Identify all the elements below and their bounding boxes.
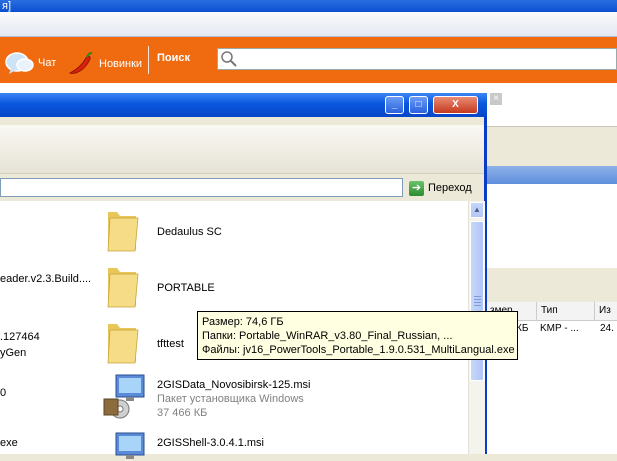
chili-pepper-icon: [68, 52, 93, 74]
go-button[interactable]: ➔ Переход: [409, 179, 472, 197]
chat-icon: [5, 52, 34, 74]
background-window-titlebar: я]: [0, 0, 617, 12]
explorer-window: _ □ X ➔ Переход eader.v2.3.Build.... .12…: [0, 93, 487, 459]
site-nav-bar: Чат Новинки Поиск: [0, 37, 617, 83]
site-search-input[interactable]: [217, 48, 617, 70]
background-panel: [484, 126, 617, 167]
arrow-right-icon: ➔: [409, 180, 424, 196]
address-input[interactable]: [0, 178, 403, 197]
scroll-up-icon[interactable]: ▲: [470, 202, 484, 218]
search-icon: [221, 51, 237, 67]
go-label: Переход: [428, 182, 472, 194]
folder-name: PORTABLE: [157, 282, 215, 294]
file-name: .127464: [0, 331, 40, 343]
new-label: Новинки: [99, 58, 143, 70]
background-window-title: я]: [2, 0, 12, 12]
background-panel-header: [484, 166, 617, 184]
file-name: 2GISShell-3.0.4.1.msi: [157, 437, 264, 449]
cell-date: 24.: [600, 323, 614, 334]
folder-info-tooltip: Размер: 74,6 ГБ Папки: Portable_WinRAR_v…: [197, 311, 518, 360]
explorer-toolbar: [0, 125, 484, 174]
chat-label: Чат: [38, 57, 57, 69]
tooltip-files: Файлы: jv16_PowerTools_Portable_1.9.0.53…: [202, 344, 515, 356]
folder-name: tfttest: [157, 338, 184, 350]
column-header-date[interactable]: Из: [594, 302, 611, 320]
file-name: eader.v2.3.Build....: [0, 273, 92, 285]
tooltip-folders: Папки: Portable_WinRAR_v3.80_Final_Russi…: [202, 330, 453, 342]
folder-name: Dedaulus SC: [157, 226, 222, 238]
close-button[interactable]: X: [433, 96, 478, 114]
file-name: exe: [0, 437, 18, 449]
cell-type: KMP - ...: [540, 323, 579, 334]
file-name: 0: [0, 387, 7, 399]
chat-link[interactable]: Чат: [5, 51, 56, 75]
minimize-button[interactable]: _: [385, 96, 404, 114]
address-bar: ➔ Переход: [0, 175, 484, 199]
explorer-titlebar[interactable]: _ □ X: [0, 93, 487, 117]
file-type: Пакет установщика Windows: [157, 393, 304, 405]
maximize-button[interactable]: □: [409, 96, 428, 114]
folder-icon: [107, 324, 139, 364]
background-grid-toolbar: [484, 268, 617, 302]
close-icon: X: [452, 99, 459, 110]
installer-package-icon: [115, 432, 145, 459]
tooltip-size: Размер: 74,6 ГБ: [202, 316, 284, 328]
background-toolbar: [0, 12, 617, 37]
new-link[interactable]: Новинки: [66, 51, 142, 77]
nav-divider: [148, 46, 149, 74]
search-label[interactable]: Поиск: [157, 52, 190, 64]
file-size: 37 466 КБ: [157, 407, 208, 419]
background-close-icon[interactable]: ×: [490, 93, 502, 105]
folder-icon: [107, 268, 139, 308]
installer-package-icon: [103, 374, 145, 419]
column-header-type[interactable]: Тип: [536, 302, 558, 320]
folder-icon: [107, 212, 139, 252]
file-name: 2GISData_Novosibirsk-125.msi: [157, 379, 311, 391]
file-name: yGen: [0, 347, 27, 359]
menu-bar: [0, 117, 484, 125]
